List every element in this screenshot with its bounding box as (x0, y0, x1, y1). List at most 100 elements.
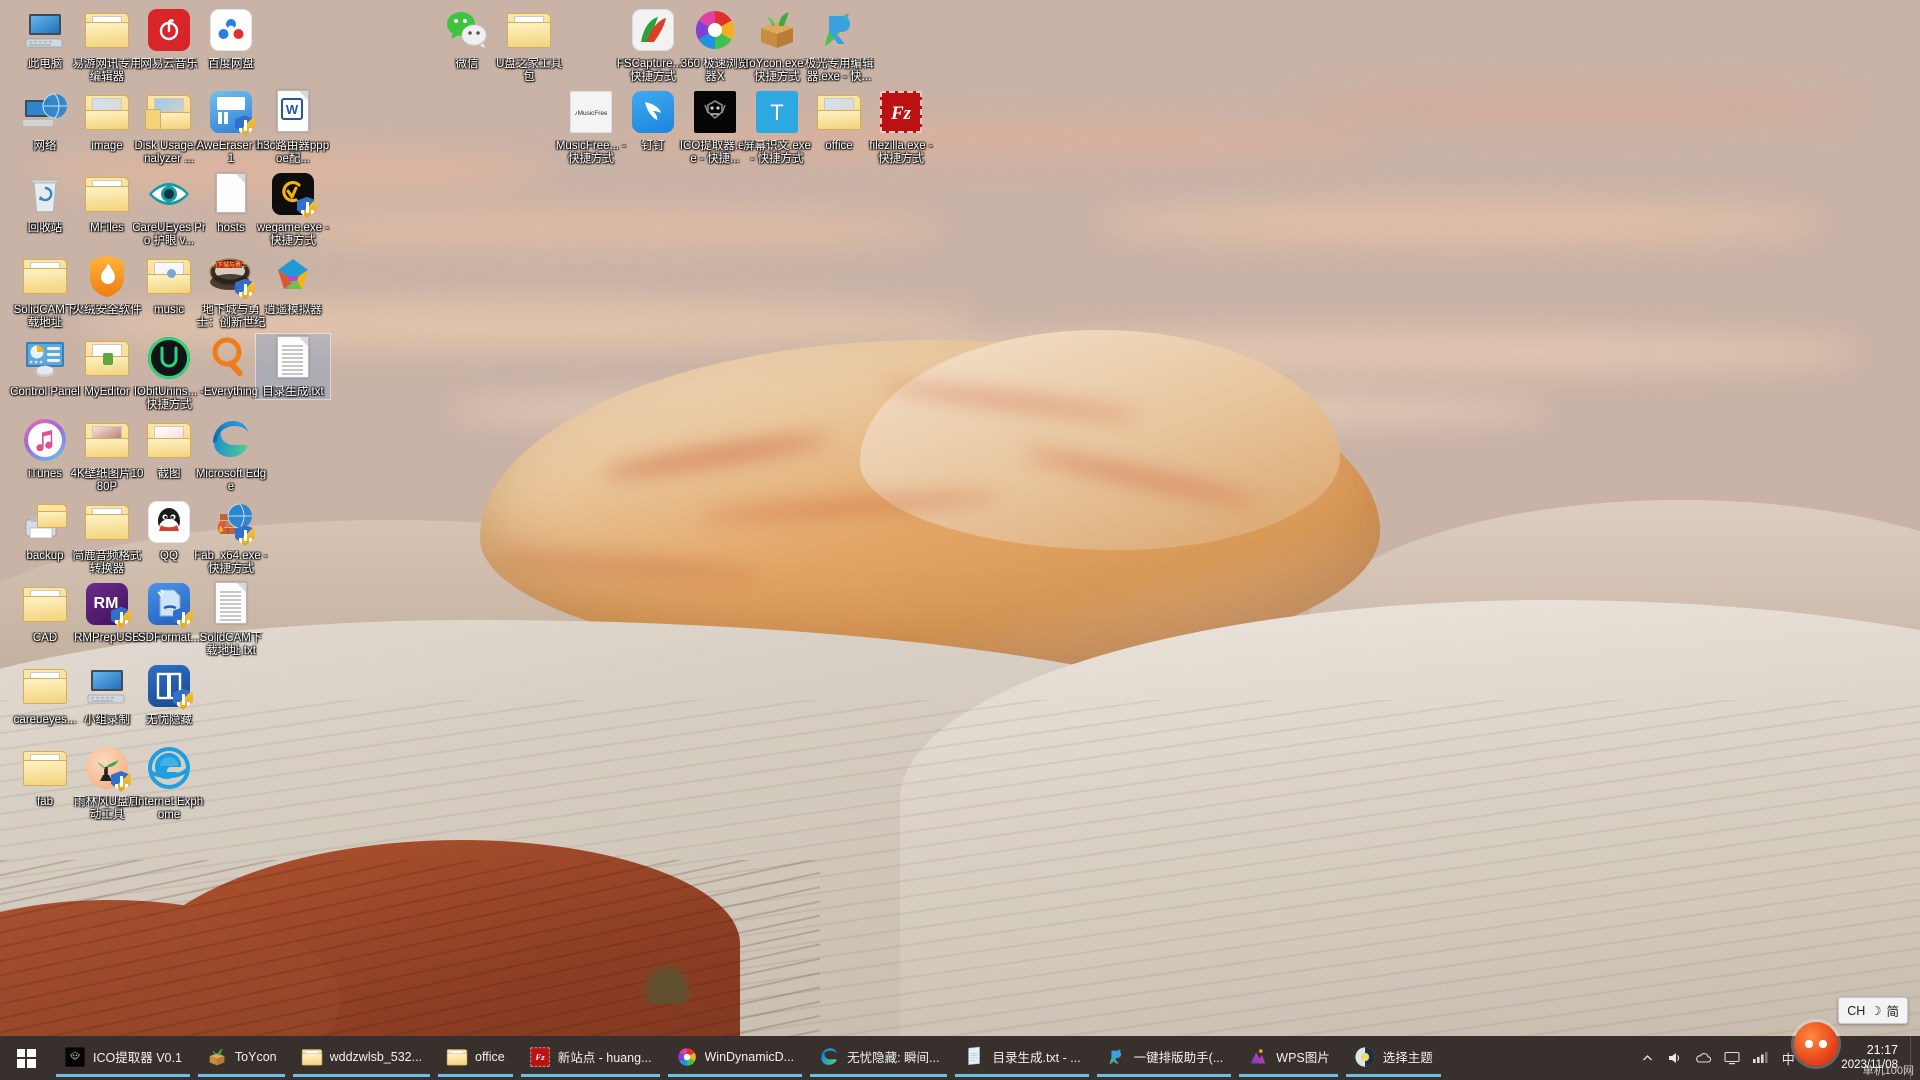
rmprepusb-icon: RM (83, 580, 131, 628)
qq-icon (145, 498, 193, 546)
taskbar-item-10[interactable]: WPS图片 (1235, 1036, 1341, 1080)
itunes-icon (21, 416, 69, 464)
folder-icon (83, 170, 131, 218)
desktop-icon-label: Internet Exphome (134, 796, 204, 821)
onedrive-icon[interactable] (1690, 1036, 1717, 1080)
shrub (640, 960, 694, 1004)
this-pc-icon (21, 6, 69, 54)
network-icon[interactable] (1747, 1036, 1773, 1080)
iobit-uninstaller-icon (145, 334, 193, 382)
svg-text:Fz: Fz (890, 103, 912, 124)
desktop-icon-28[interactable]: Microsoft Edge (194, 416, 268, 494)
taskbar-item-2[interactable]: ToYcon (194, 1036, 289, 1080)
recycle-bin-icon (21, 170, 69, 218)
notepad-icon (963, 1046, 985, 1068)
folder-icon (815, 88, 863, 136)
network-icon (21, 88, 69, 136)
taskbar-item-9[interactable]: 一键排版助手(... (1093, 1036, 1236, 1080)
taskbar-item-label: 一键排版助手(... (1133, 1051, 1224, 1065)
desktop-icon-14[interactable]: wegame.exe - 快捷方式 (256, 170, 330, 248)
wuyou-hide-icon (145, 662, 193, 710)
taskbar-item-1[interactable]: ICO提取器 V0.1 (52, 1036, 194, 1080)
watermark-label: 单机100网 (1862, 1065, 1914, 1077)
toycon-icon (206, 1046, 228, 1068)
sdformatter-icon (145, 580, 193, 628)
desktop-icon-42[interactable]: Internet Exphome (132, 744, 206, 822)
svg-text:Fz: Fz (534, 1052, 545, 1062)
memu-icon (269, 252, 317, 300)
taskbar-item-4[interactable]: office (434, 1036, 517, 1080)
filezilla-icon: Fz (529, 1046, 551, 1068)
folder-icon (21, 252, 69, 300)
watermark-logo (1794, 1022, 1838, 1066)
desktop-icon-9[interactable]: Wh3c路由器pppoe配... (256, 88, 330, 166)
desktop-icon-32[interactable]: Fab_x64.exe - 快捷方式 (194, 498, 268, 576)
folder-icon (21, 580, 69, 628)
desktop-icon-12[interactable]: Fz filezilla.exe - 快捷方式 (864, 88, 938, 166)
taskbar-item-label: 选择主题 (1382, 1051, 1433, 1065)
folder-icon (21, 662, 69, 710)
cloud (1300, 90, 1860, 124)
edge-icon (207, 416, 255, 464)
fscapture-icon (629, 6, 677, 54)
desktop-icon-39[interactable]: 无忧隐藏 (132, 662, 206, 727)
taskbar-item-6[interactable]: WinDynamicD... (664, 1036, 807, 1080)
desktop-icon-19[interactable]: 逍遥模拟器 (256, 252, 330, 317)
ime-lang: CH (1847, 1003, 1866, 1018)
printer-folder-icon (21, 498, 69, 546)
windynamicdesktop-icon (676, 1046, 698, 1068)
netease-music-icon (145, 6, 193, 54)
taskbar-item-7[interactable]: 无忧隐藏: 瞬间... (806, 1036, 951, 1080)
taskbar-item-label: 新站点 - huang... (557, 1051, 652, 1065)
folder-icon (83, 498, 131, 546)
theme-picker-icon (1354, 1046, 1376, 1068)
taskbar-item-label: 目录生成.txt - ... (992, 1051, 1081, 1065)
desktop-icon-label: Microsoft Edge (195, 468, 267, 493)
volume-icon[interactable] (1662, 1036, 1688, 1080)
desktop-icon-label: 逍遥模拟器 (264, 304, 322, 316)
edge-icon (818, 1046, 840, 1068)
desktop-icon-6[interactable]: 极光专用编辑器.exe - 快... (802, 6, 876, 84)
text-file-icon (207, 580, 255, 628)
moon-icon: ☽ (1870, 1004, 1882, 1018)
folder-icon (301, 1046, 323, 1068)
watermark-text: 单机100网 (1863, 1062, 1914, 1078)
desktop-icon-4[interactable]: 百度网盘 (194, 6, 268, 71)
svg-text:W: W (286, 102, 299, 117)
word-doc-icon: W (269, 88, 317, 136)
desktop-icon-label: SolidCAM下载地址.txt (199, 632, 263, 657)
desktop-icon-label: h3c路由器pppoe配... (256, 140, 330, 165)
control-panel-icon (21, 334, 69, 382)
ico-extractor-icon (691, 88, 739, 136)
desktop-root[interactable]: 此电脑 易游网讯专用编辑器 网易云音乐 百度网盘 网络 image Disk Usage A… (0, 0, 1920, 1080)
taskbar-item-3[interactable]: wddzwlsb_532... (289, 1036, 434, 1080)
desktop-icon-label: 目录生成.txt (262, 386, 324, 398)
huorong-icon (83, 252, 131, 300)
everything-icon (207, 334, 255, 382)
desktop-icon-2[interactable]: U盘之家工具包 (492, 6, 566, 84)
careueyes-icon (145, 170, 193, 218)
ime-indicator[interactable]: CH ☽ 简 (1838, 997, 1908, 1024)
desktop-icon-label: 百度网盘 (208, 58, 254, 70)
wechat-icon (443, 6, 491, 54)
taskbar-items[interactable]: ICO提取器 V0.1 ToYcon wddzwlsb_532... offic… (52, 1036, 1634, 1080)
desktop-icon-24[interactable]: 目录生成.txt (255, 333, 331, 400)
taskbar-item-label: WPS图片 (1276, 1051, 1330, 1065)
dnf-icon: 地下城与勇士 (207, 252, 255, 300)
ie-icon (145, 744, 193, 792)
taskbar-item-11[interactable]: 选择主题 (1342, 1036, 1445, 1080)
windows-logo-icon (16, 1048, 36, 1068)
start-button[interactable] (0, 1036, 52, 1080)
desktop-icon-36[interactable]: SolidCAM下载地址.txt (194, 580, 268, 658)
display-icon[interactable] (1719, 1036, 1745, 1080)
taskbar[interactable]: ICO提取器 V0.1 ToYcon wddzwlsb_532... offic… (0, 1036, 1920, 1080)
taskbar-item-5[interactable]: Fz 新站点 - huang... (517, 1036, 664, 1080)
aweeraser-icon (207, 88, 255, 136)
taskbar-item-8[interactable]: 目录生成.txt - ... (951, 1036, 1092, 1080)
dingtalk-icon (629, 88, 677, 136)
desktop-icon-label: U盘之家工具包 (496, 58, 562, 83)
show-hidden-icons-button[interactable] (1634, 1036, 1660, 1080)
folder-icon (145, 88, 193, 136)
taskbar-item-label: ICO提取器 V0.1 (93, 1051, 182, 1065)
ime-mode: 简 (1886, 1005, 1899, 1019)
